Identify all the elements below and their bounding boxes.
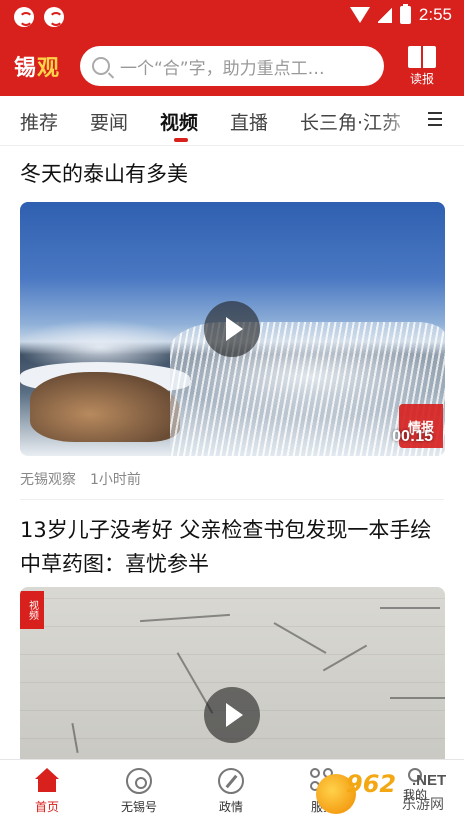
search-icon [92,57,110,75]
notification-icon [14,7,34,27]
divider [20,499,444,500]
video-duration: 00:15 [392,428,433,445]
tab-recommend[interactable]: 推荐 [20,108,58,135]
battery-icon [399,4,411,24]
logo-text-2: 观 [37,56,61,81]
watermark: 962 .NET 乐游网 [316,768,462,820]
watermark-number: 962 [346,770,397,798]
article-title[interactable]: 13岁儿子没考好 父亲检查书包发现一本手绘中草药图：喜忧参半 [20,513,444,581]
tab-live[interactable]: 直播 [230,108,268,135]
nav-label: 政情 [218,800,243,814]
app-header: 锡观 一个“合”字，助力重点工… 读报 [0,40,464,92]
watermark-name: 乐游网 [402,797,444,813]
watermark-net: .NET [412,772,447,789]
search-placeholder: 一个“合”字，助力重点工… [120,58,325,79]
read-paper-label: 读报 [409,72,434,86]
search-bar[interactable]: 一个“合”字，助力重点工… [80,46,384,86]
active-tab-indicator [174,138,188,142]
article-time: 1小时前 [90,472,141,488]
wuxi-icon [126,768,152,794]
nav-label: 无锡号 [120,800,157,814]
brand-badge: 视频 [20,591,44,629]
video-thumbnail[interactable]: 情报 00:15 [20,202,445,456]
wifi-icon [349,7,370,23]
status-bar: 2:55 [0,0,464,32]
signal-icon [377,7,392,23]
video-thumbnail[interactable]: 视频 [20,587,445,759]
nav-wuxi-hao[interactable]: 无锡号 [104,768,174,815]
nav-home[interactable]: 首页 [12,768,82,815]
article-source: 无锡观察 [20,472,76,488]
app-logo[interactable]: 锡观 [14,50,60,82]
book-icon [408,46,436,68]
news-feed[interactable]: 冬天的泰山有多美 情报 00:15 无锡观察 1小时前 13岁儿子没考好 父亲检查… [0,147,464,759]
tab-headlines[interactable]: 要闻 [90,108,128,135]
play-icon[interactable] [204,301,260,357]
status-time: 2:55 [418,5,452,24]
article-meta: 无锡观察 1小时前 [20,469,141,489]
home-icon [34,768,60,794]
read-paper-button[interactable]: 读报 [400,42,444,87]
logo-text-1: 锡 [14,56,38,81]
nav-politics[interactable]: 政情 [196,768,266,815]
article-title[interactable]: 冬天的泰山有多美 [20,157,444,191]
tab-video[interactable]: 视频 [160,108,198,135]
menu-icon[interactable] [428,112,444,128]
nav-label: 首页 [34,800,59,814]
notification-icon [44,7,64,27]
category-tabs: 推荐 要闻 视频 直播 长三角·江苏 [0,96,464,146]
compass-icon [218,768,244,794]
play-icon[interactable] [204,687,260,743]
